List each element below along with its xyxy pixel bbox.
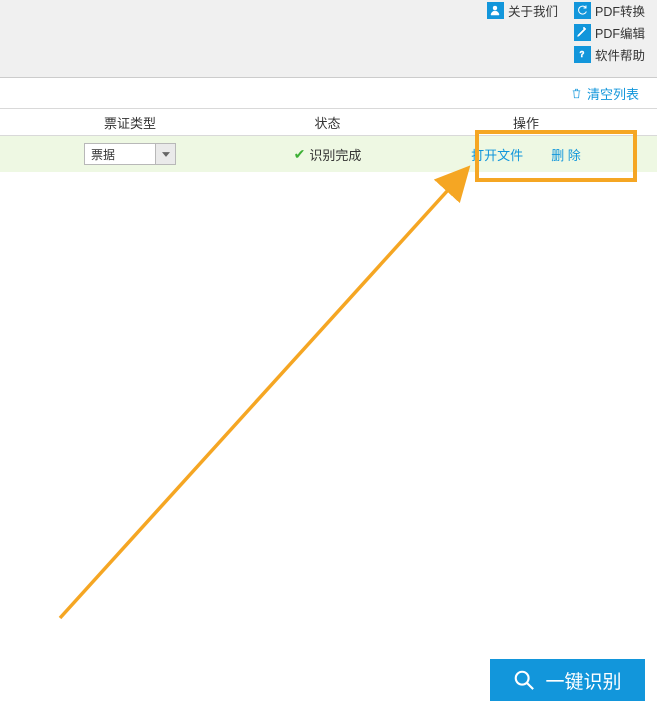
recognize-button[interactable]: 一键识别: [490, 659, 645, 701]
type-select-value[interactable]: [85, 144, 155, 164]
trash-icon: [570, 87, 583, 100]
header-type: 票证类型: [0, 113, 260, 132]
top-bar: 关于我们 PDF转换 PDF编辑 ? 软件帮助: [0, 0, 657, 78]
table-header: 票证类型 状态 操作: [0, 108, 657, 136]
pdf-edit-link[interactable]: PDF编辑: [574, 22, 645, 42]
clear-list-button[interactable]: 清空列表: [0, 78, 657, 108]
about-us-link[interactable]: 关于我们: [487, 0, 558, 20]
cell-status: ✔ 识别完成: [260, 145, 395, 164]
cell-type: [0, 143, 260, 165]
about-us-label: 关于我们: [508, 1, 558, 20]
refresh-icon: [574, 2, 591, 19]
clear-list-label: 清空列表: [587, 84, 639, 103]
header-op: 操作: [395, 113, 657, 132]
help-link[interactable]: ? 软件帮助: [574, 44, 645, 64]
check-icon: ✔: [294, 146, 306, 163]
pdf-edit-label: PDF编辑: [595, 23, 645, 42]
delete-button[interactable]: 删 除: [551, 145, 581, 164]
type-select[interactable]: [84, 143, 176, 165]
pdf-convert-label: PDF转换: [595, 1, 645, 20]
status-text: 识别完成: [309, 145, 361, 164]
search-icon: [513, 669, 535, 691]
table-row: ✔ 识别完成 打开文件 删 除: [0, 136, 657, 172]
top-links: 关于我们 PDF转换 PDF编辑 ? 软件帮助: [487, 0, 645, 64]
question-icon: ?: [574, 46, 591, 63]
svg-text:?: ?: [580, 50, 585, 59]
recognize-label: 一键识别: [545, 667, 621, 694]
cell-op: 打开文件 删 除: [395, 145, 657, 164]
open-file-button[interactable]: 打开文件: [471, 145, 523, 164]
pdf-convert-link[interactable]: PDF转换: [574, 0, 645, 20]
header-status: 状态: [260, 113, 395, 132]
help-label: 软件帮助: [595, 45, 645, 64]
person-icon: [487, 2, 504, 19]
chevron-down-icon[interactable]: [155, 144, 175, 164]
pencil-icon: [574, 24, 591, 41]
